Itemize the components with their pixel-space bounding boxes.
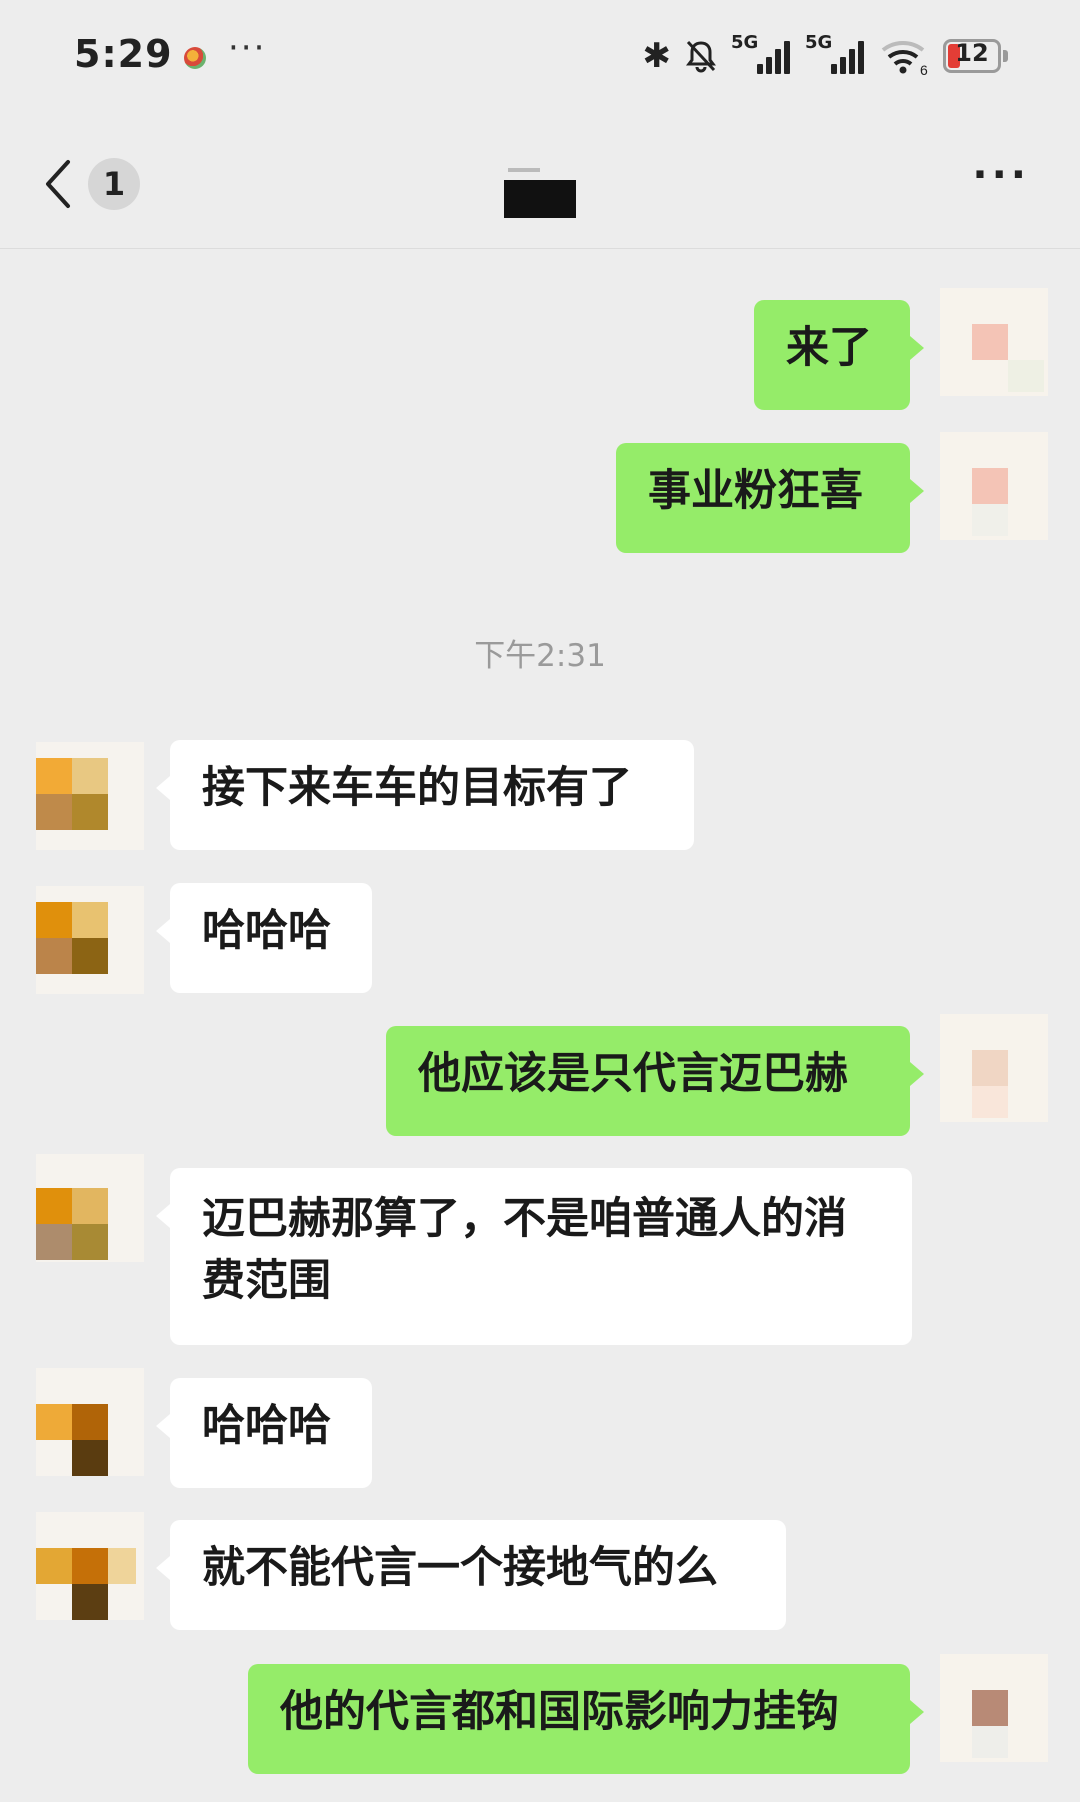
- message-bubble-received[interactable]: 就不能代言一个接地气的么: [156, 1520, 786, 1630]
- status-icons: ✱ 5G 5G 6 12: [642, 32, 1008, 78]
- battery-icon: 12: [943, 39, 1001, 73]
- battery-tip: [1003, 50, 1008, 62]
- cellular-signal-1-icon: 5G: [731, 32, 793, 76]
- message-text: 他的代言都和国际影响力挂钩: [280, 1687, 839, 1737]
- notification-app-icon: [184, 47, 206, 69]
- message-text: 哈哈哈: [202, 906, 331, 956]
- signal-1-label: 5G: [731, 32, 759, 53]
- message-text: 事业粉狂喜: [648, 466, 863, 516]
- self-avatar[interactable]: [940, 1654, 1048, 1762]
- message-text: 来了: [786, 323, 872, 373]
- self-avatar[interactable]: [940, 288, 1048, 396]
- message-text: 迈巴赫那算了，不是咱普通人的消 费范围: [202, 1194, 847, 1306]
- message-text: 他应该是只代言迈巴赫: [418, 1049, 848, 1099]
- chat-title-redacted: [504, 168, 576, 218]
- contact-avatar[interactable]: [36, 1368, 144, 1476]
- battery-percent: 12: [955, 39, 989, 67]
- back-button[interactable]: [40, 156, 80, 212]
- more-notifications-icon: ···: [228, 28, 267, 68]
- chevron-left-icon: [46, 160, 70, 208]
- status-bar: 5:29 ··· ✱ 5G 5G 6 12: [0, 0, 1080, 120]
- message-bubble-sent[interactable]: 事业粉狂喜: [616, 443, 924, 553]
- contact-avatar[interactable]: [36, 1512, 144, 1620]
- more-options-button[interactable]: ···: [972, 152, 1030, 198]
- message-timestamp: 下午2:31: [474, 638, 606, 674]
- cellular-signal-2-icon: 5G: [805, 32, 867, 76]
- signal-2-label: 5G: [805, 32, 833, 53]
- wifi-sub-label: 6: [920, 62, 928, 76]
- status-time: 5:29: [74, 32, 173, 76]
- unread-count-badge[interactable]: 1: [88, 158, 140, 210]
- message-bubble-received[interactable]: 哈哈哈: [156, 883, 372, 993]
- message-bubble-sent[interactable]: 他的代言都和国际影响力挂钩: [248, 1664, 924, 1774]
- wifi-icon: 6: [879, 36, 931, 78]
- message-bubble-received[interactable]: 迈巴赫那算了，不是咱普通人的消 费范围: [156, 1168, 912, 1345]
- chat-header: 1 ···: [0, 120, 1080, 249]
- message-bubble-received[interactable]: 接下来车车的目标有了: [156, 740, 694, 850]
- self-avatar[interactable]: [940, 1014, 1048, 1122]
- contact-avatar[interactable]: [36, 886, 144, 994]
- message-text: 哈哈哈: [202, 1401, 331, 1451]
- message-bubble-received[interactable]: 哈哈哈: [156, 1378, 372, 1488]
- contact-avatar[interactable]: [36, 742, 144, 850]
- contact-avatar[interactable]: [36, 1154, 144, 1262]
- message-bubble-sent[interactable]: 来了: [754, 300, 924, 410]
- message-bubble-sent[interactable]: 他应该是只代言迈巴赫: [386, 1026, 924, 1136]
- message-text: 接下来车车的目标有了: [202, 763, 632, 813]
- mute-icon: [683, 38, 719, 74]
- self-avatar[interactable]: [940, 432, 1048, 540]
- bluetooth-icon: ✱: [642, 36, 672, 76]
- message-text: 就不能代言一个接地气的么: [202, 1543, 718, 1593]
